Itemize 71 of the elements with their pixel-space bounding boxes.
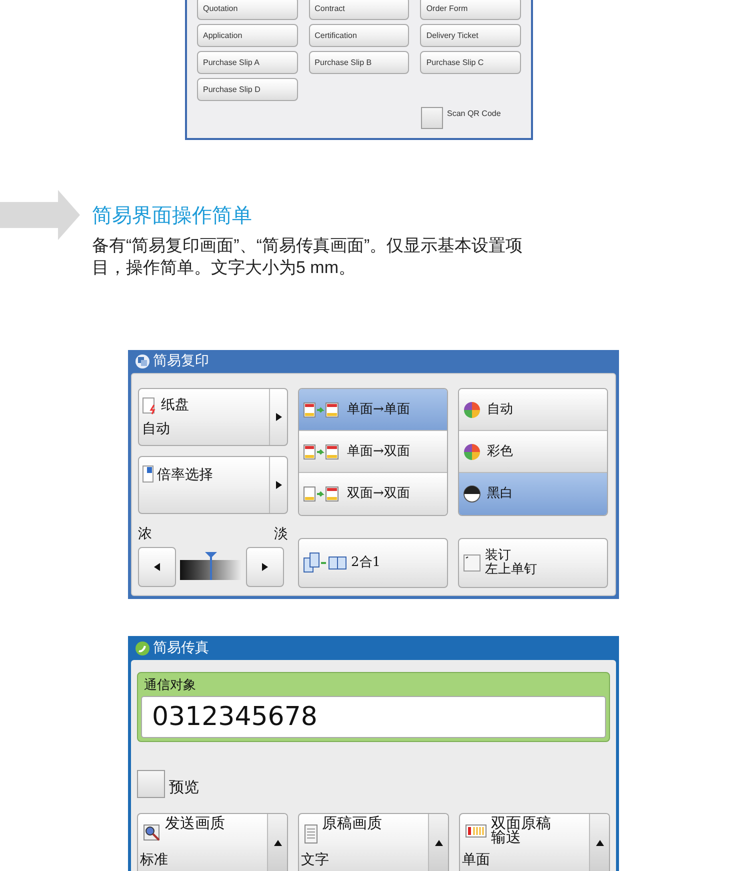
feature-description: 备有“简易复印画面”、“简易传真画面”。仅显示基本设置项目，操作简单。文字大小为5 mm。 (92, 235, 524, 279)
document-type-button[interactable]: Order Form (420, 0, 521, 20)
button-title: 纸盘 (161, 396, 189, 415)
dark-label: 浓 (138, 525, 152, 544)
color-wheel-icon (463, 442, 481, 460)
duplex-icon (303, 400, 341, 418)
recipient-field[interactable]: 0312345678 (141, 696, 606, 738)
magnification-button[interactable]: 倍率选择 (138, 456, 288, 514)
sides-option[interactable]: 单面→双面 (299, 431, 447, 473)
paper-tray-button[interactable]: 纸盘 自动 (138, 388, 288, 446)
document-type-button[interactable]: Purchase Slip D (197, 78, 298, 101)
document-type-button[interactable]: Application (197, 24, 298, 47)
color-mode-option[interactable]: 黑白 (459, 473, 607, 515)
setting-button[interactable]: 发送画质 标准 (137, 812, 288, 871)
checkbox[interactable] (137, 770, 165, 798)
document-type-button[interactable]: Purchase Slip C (420, 51, 521, 74)
checkbox-label: 预览 (169, 777, 199, 798)
document-type-button[interactable]: Quotation (197, 0, 298, 20)
paper-icon (142, 396, 158, 414)
right-arrow-icon (274, 412, 282, 422)
setting-value: 标准 (140, 850, 169, 870)
button-title: 倍率选择 (157, 466, 213, 485)
button-value: 自动 (142, 420, 171, 439)
up-arrow-icon (274, 838, 282, 848)
fax-icon (135, 640, 150, 656)
setting-title: 发送画质 (165, 816, 225, 830)
checkbox[interactable] (421, 107, 443, 129)
sides-option[interactable]: 单面→单面 (299, 389, 447, 431)
duplex-icon (303, 442, 341, 460)
up-arrow-icon (596, 838, 604, 848)
color-wheel-icon (463, 400, 481, 418)
right-arrow-icon (274, 480, 282, 490)
darker-button[interactable] (246, 547, 284, 587)
left-arrow-icon (153, 562, 161, 572)
setting-button[interactable]: 双面原稿 输送 单面 (459, 812, 610, 871)
document-type-button[interactable]: Purchase Slip A (197, 51, 298, 74)
screen-title: 简易复印 (153, 352, 209, 371)
color-mode-option[interactable]: 彩色 (459, 431, 607, 473)
n-up-button[interactable]: 2合1 (298, 538, 448, 588)
arrow-icon (0, 190, 80, 240)
document-type-button[interactable]: Delivery Ticket (420, 24, 521, 47)
screen-title: 简易传真 (153, 638, 209, 658)
two-up-icon (303, 552, 347, 574)
mono-icon (463, 485, 481, 503)
document-icon (304, 824, 318, 844)
document-type-button[interactable]: Purchase Slip B (308, 51, 410, 74)
document-type-button[interactable]: Certification (308, 24, 410, 47)
recipient-label: 通信对象 (143, 677, 197, 695)
duplex-original-icon (465, 824, 487, 838)
feature-heading: 简易界面操作简单 (92, 204, 253, 229)
light-label: 淡 (274, 525, 288, 544)
sides-option[interactable]: 双面→双面 (299, 473, 447, 515)
lighter-button[interactable] (138, 547, 176, 587)
document-type-button[interactable]: Contract (308, 0, 410, 20)
staple-button[interactable]: 装订 左上单钉 (458, 538, 608, 588)
staple-page-icon (463, 554, 481, 572)
setting-value: 文字 (301, 850, 330, 870)
setting-title: 原稿画质 (322, 816, 382, 830)
setting-value: 单面 (462, 850, 491, 870)
up-arrow-icon (434, 838, 442, 848)
page-icon (142, 465, 154, 483)
checkbox-label: Scan QR Code (447, 108, 501, 120)
duplex-icon (303, 485, 341, 503)
density-marker[interactable] (205, 552, 217, 580)
magnifier-icon (143, 824, 161, 842)
setting-button[interactable]: 原稿画质 文字 (298, 812, 449, 871)
setting-title: 双面原稿 (491, 816, 551, 830)
copy-icon (135, 354, 150, 369)
color-mode-option[interactable]: 自动 (459, 389, 607, 431)
right-arrow-icon (261, 562, 269, 572)
setting-title: 输送 (491, 830, 522, 844)
